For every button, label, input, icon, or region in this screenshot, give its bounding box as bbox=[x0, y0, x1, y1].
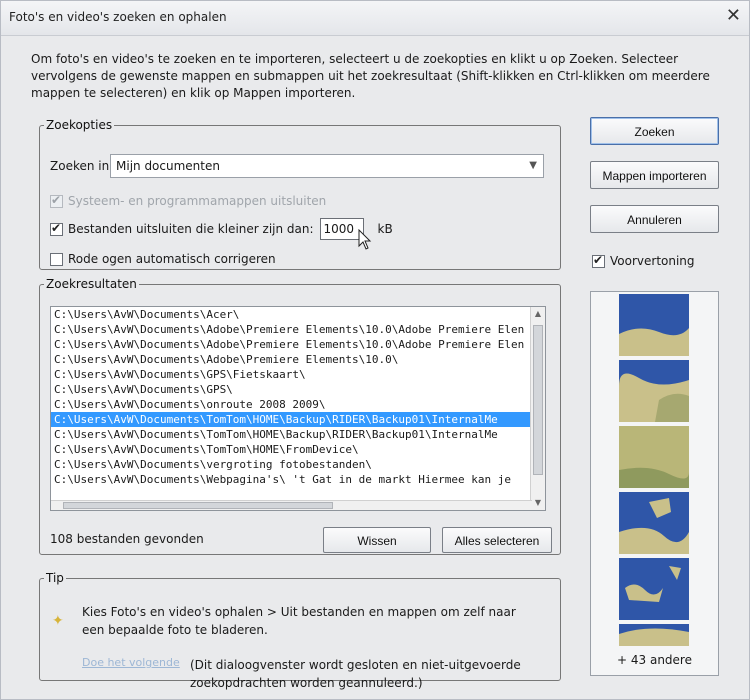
select-all-button[interactable]: Alles selecteren bbox=[442, 527, 552, 553]
instructions-text: Om foto's en video's te zoeken en te imp… bbox=[31, 52, 710, 100]
search-results-group: Zoekresultaten C:\Users\AvW\Documents\Ac… bbox=[39, 277, 561, 555]
exclude-small-checkbox[interactable] bbox=[50, 221, 63, 236]
list-item[interactable]: C:\Users\AvW\Documents\Webpagina's\ 't G… bbox=[51, 472, 545, 487]
map-thumbnail-image bbox=[619, 360, 689, 422]
chevron-down-icon: ▼ bbox=[529, 160, 537, 171]
scroll-thumb-horizontal[interactable] bbox=[63, 502, 333, 509]
lightbulb-icon: ✦ bbox=[52, 613, 64, 629]
exclude-small-label: Bestanden uitsluiten die kleiner zijn da… bbox=[68, 222, 314, 236]
list-item[interactable]: C:\Users\AvW\Documents\TomTom\HOME\FromD… bbox=[51, 442, 545, 457]
redeye-checkbox[interactable] bbox=[50, 252, 63, 266]
scroll-down-icon[interactable]: ▼ bbox=[531, 496, 545, 510]
files-found-count: 108 bestanden gevonden bbox=[50, 532, 204, 546]
search-results-legend: Zoekresultaten bbox=[46, 277, 137, 291]
preview-label: Voorvertoning bbox=[610, 254, 695, 268]
preview-checkbox[interactable] bbox=[592, 253, 605, 268]
redeye-option: Rode ogen automatisch corrigeren bbox=[50, 250, 276, 268]
close-icon[interactable]: ✕ bbox=[726, 5, 741, 26]
scroll-up-icon[interactable]: ▲ bbox=[531, 307, 545, 321]
tip-group: Tip ✦ Kies Foto's en video's ophalen > U… bbox=[39, 571, 561, 690]
thumbnail-1[interactable] bbox=[619, 294, 689, 356]
exclude-system-label: Systeem- en programmamappen uitsluiten bbox=[68, 194, 327, 208]
clear-button[interactable]: Wissen bbox=[323, 527, 431, 553]
scroll-thumb[interactable] bbox=[533, 325, 543, 475]
tip-note: (Dit dialoogvenster wordt gesloten en ni… bbox=[190, 658, 521, 690]
thumbnail-2[interactable] bbox=[619, 360, 689, 422]
redeye-label: Rode ogen automatisch corrigeren bbox=[68, 252, 276, 266]
thumbnail-6[interactable] bbox=[619, 624, 689, 646]
search-in-value: Mijn documenten bbox=[116, 159, 220, 173]
tip-text: Kies Foto's en video's ophalen > Uit bes… bbox=[82, 605, 516, 637]
min-size-input[interactable]: 1000 bbox=[319, 218, 364, 240]
results-list[interactable]: C:\Users\AvW\Documents\Acer\ C:\Users\Av… bbox=[50, 306, 546, 511]
map-thumbnail-image bbox=[619, 426, 689, 488]
exclude-system-checkbox bbox=[50, 193, 63, 208]
cancel-button[interactable]: Annuleren bbox=[590, 205, 719, 233]
preview-panel: + 43 andere bbox=[590, 291, 719, 676]
title-bar: Foto's en video's zoeken en ophalen ✕ bbox=[1, 1, 749, 36]
import-folders-button[interactable]: Mappen importeren bbox=[590, 161, 719, 189]
thumbnail-5[interactable] bbox=[619, 558, 689, 620]
results-vertical-scrollbar[interactable]: ▲ ▼ bbox=[530, 307, 545, 510]
search-in-dropdown[interactable]: Mijn documenten ▼ bbox=[110, 154, 544, 178]
list-item[interactable]: C:\Users\AvW\Documents\GPS\Fietskaart\ bbox=[51, 367, 545, 382]
search-in-label: Zoeken in: bbox=[50, 159, 114, 173]
more-thumbnails-count: + 43 andere bbox=[617, 653, 692, 667]
exclude-system-option: Systeem- en programmamappen uitsluiten bbox=[50, 192, 326, 210]
map-thumbnail-image bbox=[619, 558, 689, 620]
results-items: C:\Users\AvW\Documents\Acer\ C:\Users\Av… bbox=[51, 307, 545, 487]
tip-legend: Tip bbox=[46, 571, 64, 585]
map-thumbnail-image bbox=[619, 624, 689, 646]
search-dialog: Foto's en video's zoeken en ophalen ✕ Om… bbox=[0, 0, 750, 700]
list-item[interactable]: C:\Users\AvW\Documents\onroute 2008 2009… bbox=[51, 397, 545, 412]
map-thumbnail-image bbox=[619, 492, 689, 554]
list-item[interactable]: C:\Users\AvW\Documents\Acer\ bbox=[51, 307, 545, 322]
search-options-group: Zoekopties Zoeken in: Mijn documenten ▼ … bbox=[39, 118, 561, 270]
list-item[interactable]: C:\Users\AvW\Documents\Adobe\Premiere El… bbox=[51, 337, 545, 352]
list-item-selected[interactable]: C:\Users\AvW\Documents\TomTom\HOME\Backu… bbox=[51, 412, 545, 427]
window-title: Foto's en video's zoeken en ophalen bbox=[9, 10, 227, 24]
list-item[interactable]: C:\Users\AvW\Documents\vergroting fotobe… bbox=[51, 457, 545, 472]
list-item[interactable]: C:\Users\AvW\Documents\TomTom\HOME\Backu… bbox=[51, 427, 545, 442]
search-button[interactable]: Zoeken bbox=[590, 117, 719, 145]
search-options-legend: Zoekopties bbox=[46, 118, 113, 132]
thumbnail-3[interactable] bbox=[619, 426, 689, 488]
list-item[interactable]: C:\Users\AvW\Documents\Adobe\Premiere El… bbox=[51, 352, 545, 367]
min-size-unit: kB bbox=[377, 222, 393, 236]
exclude-small-option: Bestanden uitsluiten die kleiner zijn da… bbox=[50, 218, 393, 240]
thumbnail-4[interactable] bbox=[619, 492, 689, 554]
list-item[interactable]: C:\Users\AvW\Documents\Adobe\Premiere El… bbox=[51, 322, 545, 337]
results-horizontal-scrollbar[interactable] bbox=[51, 500, 532, 510]
tip-link[interactable]: Doe het volgende bbox=[82, 656, 180, 669]
preview-option: Voorvertoning bbox=[592, 253, 695, 268]
mouse-cursor-icon bbox=[358, 229, 372, 250]
map-thumbnail-image bbox=[619, 294, 689, 356]
list-item[interactable]: C:\Users\AvW\Documents\GPS\ bbox=[51, 382, 545, 397]
